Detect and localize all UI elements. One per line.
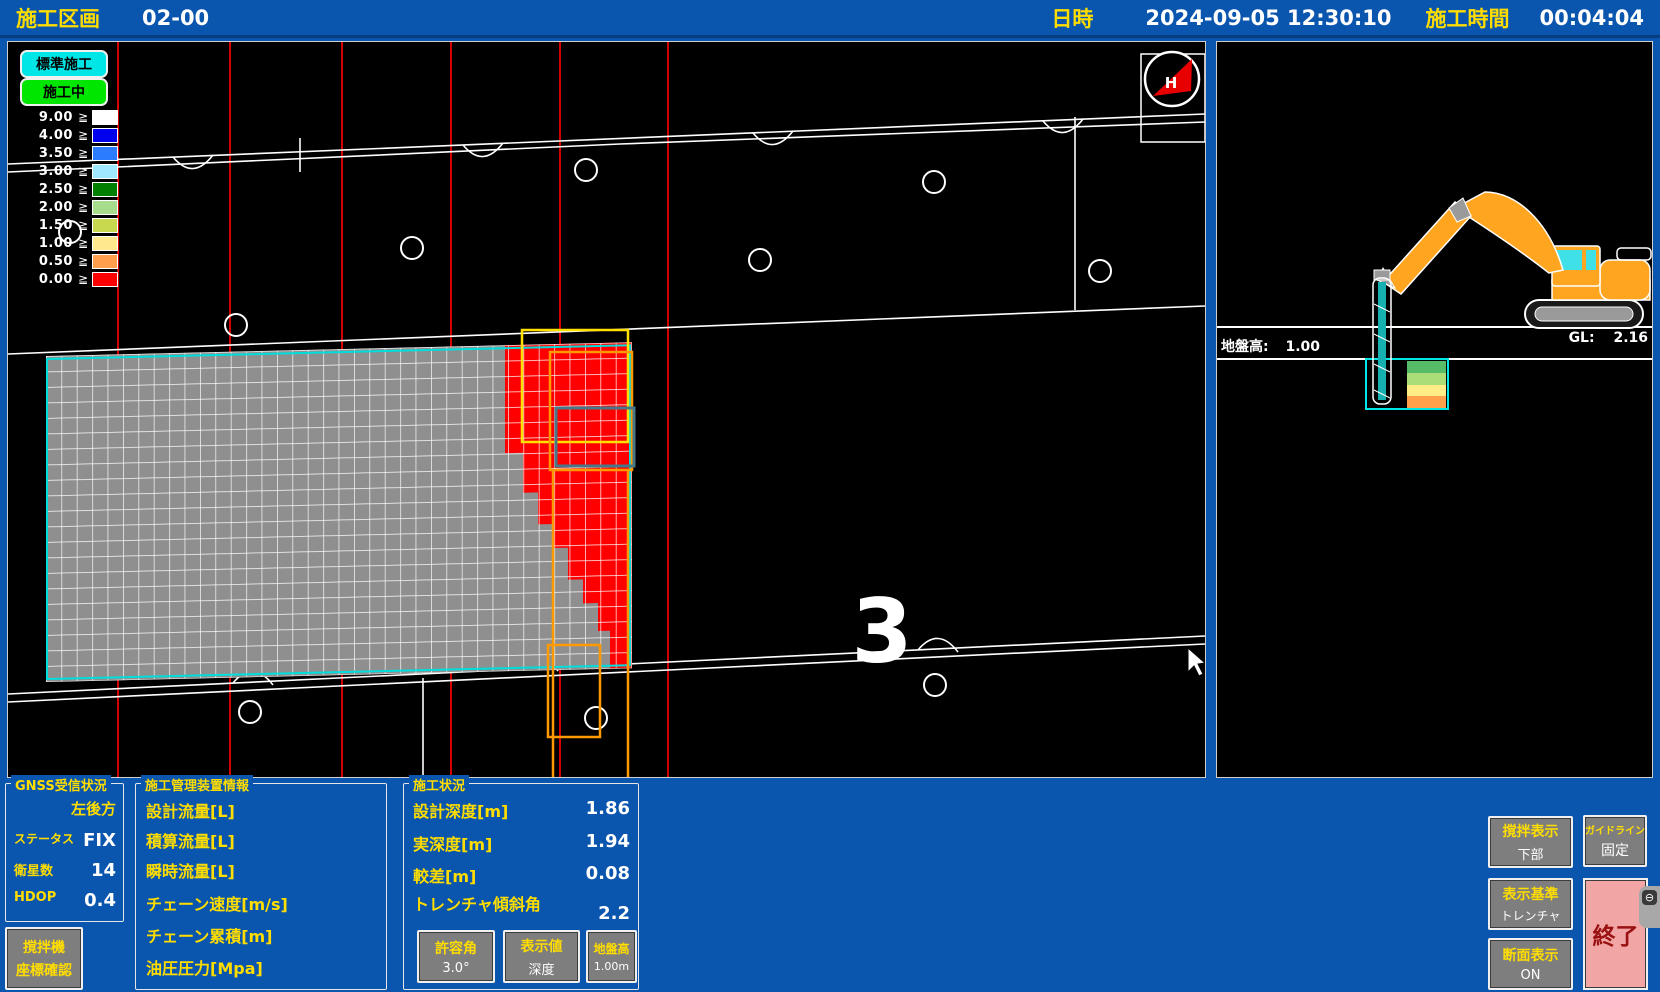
mixer-button-line1: 撹拌機 — [23, 937, 65, 957]
datetime-label: 日時 — [1051, 3, 1093, 33]
mouse-cursor-icon — [1188, 648, 1205, 676]
design-flow-label: 設計流量[L] — [146, 798, 235, 822]
cross-section-panel[interactable]: 地盤高: 1.00 GL: 2.16 — [1217, 42, 1652, 777]
device-info-panel: 施工管理装置情報 設計流量[L] 積算流量[L] 瞬時流量[L] チェーン速度[… — [135, 783, 387, 990]
gnss-satellites-label: 衛星数 — [14, 860, 53, 879]
section-display-button-label: 断面表示 — [1503, 945, 1559, 965]
gnss-panel-title: GNSS受信状況 — [11, 775, 111, 794]
trencher-tilt-label: トレンチャ傾斜角 — [413, 891, 541, 915]
design-depth-label: 設計深度[m] — [413, 798, 508, 822]
gnss-hdop-value: 0.4 — [84, 890, 116, 911]
chain-total-label: チェーン累積[m] — [146, 923, 273, 947]
mode-button-active[interactable]: 施工中 — [20, 78, 108, 106]
legend-swatch — [92, 146, 118, 161]
legend-row: 1.00≧ — [26, 234, 118, 252]
total-flow-label: 積算流量[L] — [146, 828, 235, 852]
gnss-hdop-label: HDOP — [14, 890, 56, 905]
exit-button-label: 終了 — [1593, 917, 1639, 951]
deviation-label: 較差[m] — [413, 863, 476, 887]
legend-row: 4.00≧ — [26, 126, 118, 144]
legend-row: 3.50≧ — [26, 144, 118, 162]
actual-depth-label: 実深度[m] — [413, 831, 492, 855]
app-screen: 施工区画 02-00 日時 2024-09-05 12:30:10 施工時間 0… — [0, 0, 1660, 992]
plan-view-canvas: 3 H — [8, 42, 1205, 777]
display-reference-button-value: トレンチャ — [1501, 907, 1561, 924]
ground-height-button-label: 地盤高 — [593, 940, 629, 957]
legend-swatch — [92, 182, 118, 197]
gl-text: GL: 2.16 — [1569, 330, 1648, 346]
legend-swatch — [92, 128, 118, 143]
display-reference-button[interactable]: 表示基準 トレンチャ — [1488, 878, 1573, 930]
remote-access-icon: ⊖ — [1642, 890, 1657, 905]
datetime-value: 2024-09-05 12:30:10 — [1145, 6, 1391, 30]
mode-button-standard[interactable]: 標準施工 — [20, 50, 108, 78]
ground-height-button-value: 1.00m — [594, 960, 629, 973]
mixer-button-line2: 座標確認 — [16, 960, 72, 980]
legend-swatch — [92, 254, 118, 269]
elapsed-label: 施工時間 — [1426, 3, 1510, 33]
mixing-display-button-label: 撹拌表示 — [1503, 821, 1559, 841]
display-value-button[interactable]: 表示値 深度 — [503, 930, 580, 983]
gnss-satellites-value: 14 — [91, 860, 116, 881]
allowable-angle-button-label: 許容角 — [435, 938, 477, 958]
mode-button-standard-label: 標準施工 — [36, 54, 92, 74]
actual-depth-value: 1.94 — [586, 831, 630, 852]
section-display-button[interactable]: 断面表示 ON — [1488, 938, 1573, 990]
display-value-button-value: 深度 — [528, 959, 554, 978]
guideline-button[interactable]: ガイドライン 固定 — [1583, 815, 1647, 867]
display-reference-button-label: 表示基準 — [1503, 884, 1559, 904]
legend-swatch — [92, 272, 118, 287]
remote-access-tab[interactable]: ⊖ — [1639, 886, 1660, 928]
mixing-display-button-value: 下部 — [1517, 844, 1543, 863]
legend-swatch — [92, 110, 118, 125]
gnss-status-value: FIX — [83, 830, 116, 851]
legend-swatch — [92, 164, 118, 179]
mode-button-active-label: 施工中 — [43, 82, 85, 102]
legend-row: 2.50≧ — [26, 180, 118, 198]
legend-row: 1.50≧ — [26, 216, 118, 234]
compass-icon: H — [1141, 52, 1205, 142]
gnss-panel: GNSS受信状況 左後方 ステータスFIX 衛星数14 HDOP0.4 — [5, 783, 124, 922]
legend-row: 9.00≧ — [26, 108, 118, 126]
plan-view-panel[interactable]: 3 H 標準施工 施工中 9.00≧ 4.00≧ 3.50≧ 3.00≧ 2.5… — [8, 42, 1205, 777]
top-bar: 施工区画 02-00 日時 2024-09-05 12:30:10 施工時間 0… — [0, 0, 1660, 38]
ground-height-button[interactable]: 地盤高 1.00m — [586, 930, 637, 983]
guideline-button-label: ガイドライン — [1585, 822, 1645, 837]
trencher-tilt-value: 2.2 — [598, 903, 630, 924]
display-value-button-label: 表示値 — [521, 936, 563, 956]
legend-row: 2.00≧ — [26, 198, 118, 216]
legend-row: 0.50≧ — [26, 252, 118, 270]
deviation-value: 0.08 — [586, 863, 630, 884]
allowable-angle-button-value: 3.0° — [442, 961, 469, 976]
allowable-angle-button[interactable]: 許容角 3.0° — [417, 930, 495, 983]
compass-heading-label: H — [1165, 74, 1178, 92]
cross-section-canvas: 地盤高: 1.00 GL: 2.16 — [1217, 42, 1652, 777]
construction-grid[interactable] — [46, 342, 632, 682]
section-display-button-value: ON — [1521, 968, 1541, 983]
mixer-coordinate-check-button[interactable]: 撹拌機 座標確認 — [5, 927, 83, 990]
gnss-antenna-position: 左後方 — [71, 798, 116, 819]
legend-swatch — [92, 218, 118, 233]
legend-swatch — [92, 236, 118, 251]
legend-swatch — [92, 200, 118, 215]
hydraulic-pressure-label: 油圧圧力[Mpa] — [146, 955, 263, 979]
section-value: 02-00 — [142, 6, 209, 30]
status-panel-title: 施工状況 — [409, 775, 469, 794]
chain-speed-label: チェーン速度[m/s] — [146, 891, 288, 915]
mixing-display-button[interactable]: 撹拌表示 下部 — [1488, 816, 1573, 868]
ground-height-text: 地盤高: 1.00 — [1221, 338, 1320, 355]
guideline-button-value: 固定 — [1601, 840, 1629, 860]
excavator-icon — [1377, 192, 1651, 328]
section-label: 施工区画 — [16, 3, 100, 33]
design-depth-value: 1.86 — [586, 798, 630, 819]
device-info-title: 施工管理装置情報 — [141, 775, 253, 794]
elapsed-value: 00:04:04 — [1540, 6, 1644, 30]
block-number: 3 — [851, 580, 912, 683]
legend-row: 0.00≧ — [26, 270, 118, 288]
legend-row: 3.00≧ — [26, 162, 118, 180]
gnss-status-label: ステータス — [14, 830, 74, 847]
instant-flow-label: 瞬時流量[L] — [146, 858, 235, 882]
